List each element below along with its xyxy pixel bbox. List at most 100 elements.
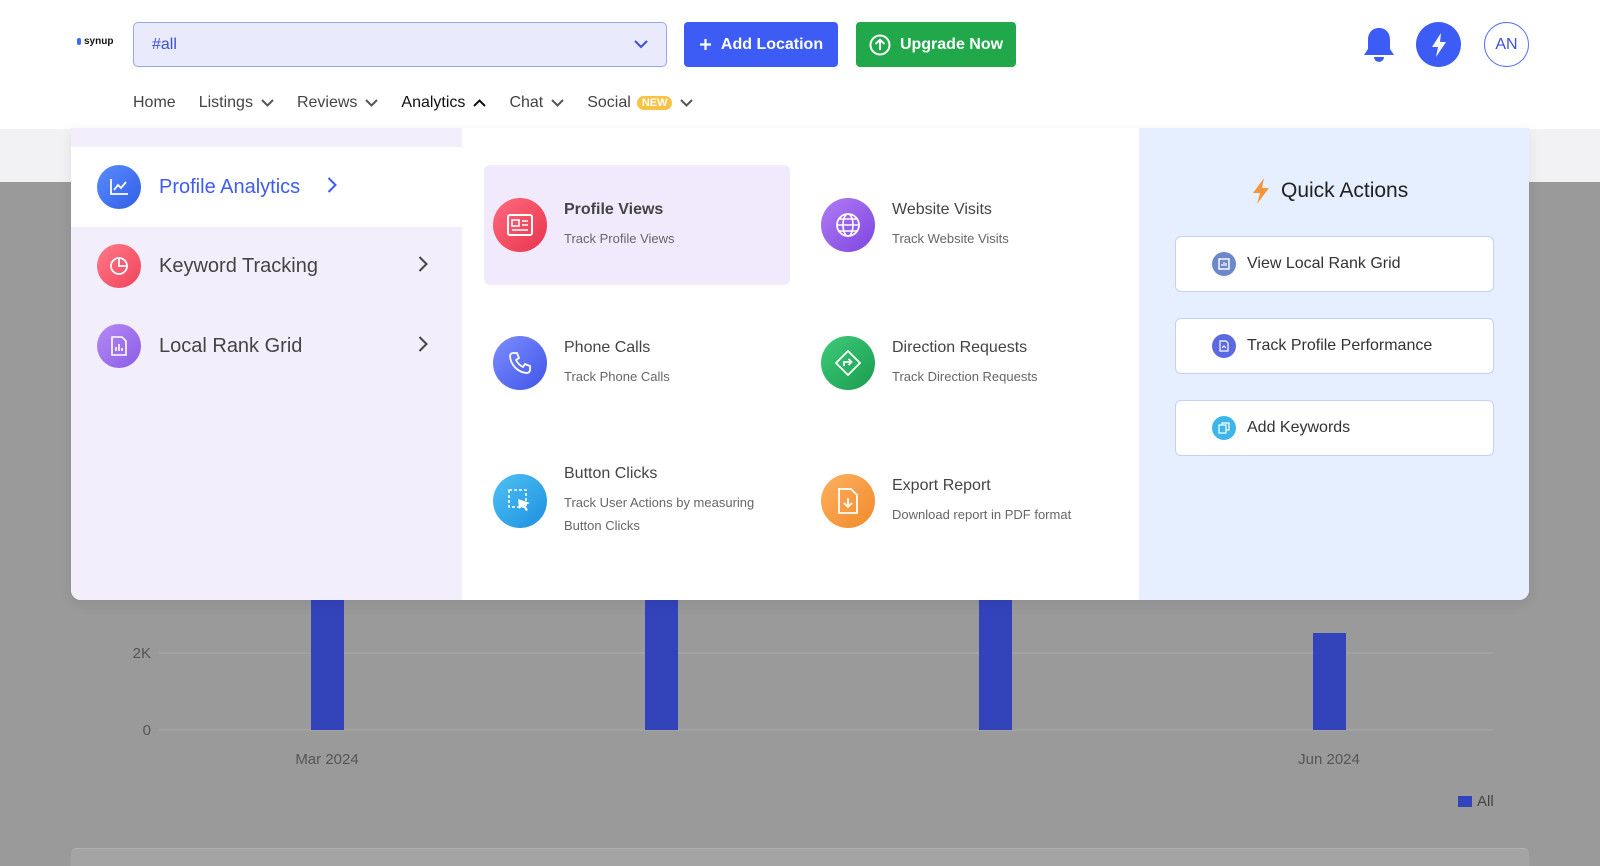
profile-analytics-options: Profile Views Track Profile Views Websit… [463, 128, 1141, 600]
chevron-down-icon [551, 99, 564, 107]
chevron-down-icon [680, 99, 694, 107]
quick-actions-panel: Quick Actions View Local Rank Grid Track… [1139, 128, 1529, 600]
tile-direction-requests[interactable]: Direction Requests Track Direction Reque… [812, 303, 1118, 423]
bell-icon[interactable] [1362, 26, 1396, 64]
tile-title: Direction Requests [892, 338, 1028, 356]
tile-description-line-1: Track User Actions by measuring [564, 495, 755, 510]
new-badge: NEW [636, 96, 673, 110]
menu-item-label: Profile Analytics [159, 175, 301, 198]
location-select-value: #all [152, 35, 177, 53]
phone-icon [493, 336, 547, 390]
menu-item-label: Keyword Tracking [159, 254, 318, 277]
nav-reviews[interactable]: Reviews [296, 94, 379, 112]
chevron-right-icon [418, 336, 428, 352]
quick-action-label: Track Profile Performance [1247, 337, 1433, 354]
tile-description: Track User Actions by measuring Button C… [564, 491, 754, 537]
menu-item-label: Local Rank Grid [159, 334, 303, 357]
lightning-icon [1253, 178, 1269, 204]
tile-export-report[interactable]: Export Report Download report in PDF for… [812, 441, 1118, 561]
avatar[interactable]: AN [1484, 22, 1529, 67]
quick-actions-title: Quick Actions [1251, 178, 1408, 204]
x-tick-jun-2024: Jun 2024 [1298, 751, 1360, 768]
tile-description: Track Direction Requests [892, 368, 1038, 384]
chevron-up-icon [473, 99, 487, 107]
plus-icon [699, 39, 711, 50]
synup-logo[interactable]: synup [77, 36, 113, 47]
bar-3 [979, 592, 1012, 730]
tile-description-line-2: Button Clicks [564, 518, 640, 533]
bar-4 [1313, 633, 1346, 730]
avatar-initials: AN [1495, 35, 1518, 53]
nav-listings-label: Listings [198, 94, 253, 111]
tile-title: Profile Views [564, 200, 664, 218]
nav-reviews-label: Reviews [296, 94, 358, 111]
chevron-right-icon [327, 177, 337, 193]
logo-mark-icon [77, 38, 81, 45]
bar-1 [311, 592, 344, 730]
direction-sign-icon [821, 336, 875, 390]
tile-button-clicks[interactable]: Button Clicks Track User Actions by meas… [484, 441, 790, 561]
cursor-click-icon [493, 474, 547, 528]
quick-actions-bolt-button[interactable] [1416, 22, 1461, 67]
tile-title: Website Visits [892, 200, 992, 218]
add-keywords-button[interactable]: Add Keywords [1175, 400, 1494, 456]
menu-item-profile-analytics[interactable]: Profile Analytics [71, 147, 462, 227]
upgrade-now-button[interactable]: Upgrade Now [856, 22, 1016, 67]
nav-chat-label: Chat [509, 94, 544, 111]
tile-phone-calls[interactable]: Phone Calls Track Phone Calls [484, 303, 790, 423]
grid-icon [1212, 252, 1236, 276]
quick-action-label: View Local Rank Grid [1247, 255, 1401, 272]
add-location-label: Add Location [720, 35, 824, 53]
view-local-rank-grid-button[interactable]: View Local Rank Grid [1175, 236, 1494, 292]
report-icon [1212, 334, 1236, 358]
top-header: synup #all Add Location Upgrade Now AN H… [0, 0, 1600, 129]
bar-2 [645, 592, 678, 730]
chart-line-icon [97, 165, 141, 209]
x-tick-mar-2024: Mar 2024 [295, 751, 358, 768]
menu-item-keyword-tracking[interactable]: Keyword Tracking [71, 226, 462, 306]
chevron-down-icon [365, 99, 379, 107]
pie-chart-icon [97, 244, 141, 288]
y-tick-0: 0 [143, 722, 151, 739]
tile-description: Download report in PDF format [892, 506, 1072, 522]
y-tick-2k: 2K [133, 645, 151, 662]
copy-icon [1212, 416, 1236, 440]
nav-social[interactable]: Social NEW [587, 94, 694, 112]
nav-home[interactable]: Home [133, 94, 176, 112]
tile-profile-views[interactable]: Profile Views Track Profile Views [484, 165, 790, 285]
chevron-right-icon [418, 256, 428, 272]
nav-analytics-label: Analytics [401, 94, 466, 111]
analytics-category-list: Profile Analytics Keyword Tracking Local… [71, 128, 462, 600]
main-nav: Home Listings Reviews Analytics Chat Soc… [133, 90, 716, 116]
nav-social-label: Social [587, 94, 631, 111]
location-select[interactable]: #all [133, 22, 667, 67]
tile-title: Button Clicks [564, 465, 658, 482]
track-profile-performance-button[interactable]: Track Profile Performance [1175, 318, 1494, 374]
profile-card-icon [493, 198, 547, 252]
legend-swatch [1458, 796, 1472, 807]
upgrade-now-label: Upgrade Now [899, 35, 1004, 53]
nav-analytics[interactable]: Analytics [401, 94, 487, 112]
tile-description: Track Phone Calls [564, 368, 670, 384]
nav-home-label: Home [133, 94, 176, 111]
tile-description: Track Profile Views [564, 230, 675, 246]
nav-chat[interactable]: Chat [509, 94, 564, 112]
chevron-down-icon [261, 99, 274, 107]
bottom-card [71, 848, 1529, 866]
bar-report-icon [97, 324, 141, 368]
tile-title: Export Report [892, 476, 991, 494]
tile-website-visits[interactable]: Website Visits Track Website Visits [812, 165, 1118, 285]
add-location-button[interactable]: Add Location [684, 22, 838, 67]
globe-icon [821, 198, 875, 252]
chevron-down-icon [634, 40, 648, 49]
arrow-up-circle-icon [869, 34, 891, 55]
quick-actions-heading: Quick Actions [1281, 179, 1409, 202]
lightning-icon [1431, 32, 1446, 57]
file-download-icon [821, 474, 875, 528]
legend-label: All [1477, 793, 1494, 810]
logo-text: synup [84, 36, 114, 47]
nav-listings[interactable]: Listings [199, 94, 274, 112]
quick-action-label: Add Keywords [1247, 419, 1351, 436]
tile-title: Phone Calls [564, 338, 651, 356]
menu-item-local-rank-grid[interactable]: Local Rank Grid [71, 306, 462, 386]
